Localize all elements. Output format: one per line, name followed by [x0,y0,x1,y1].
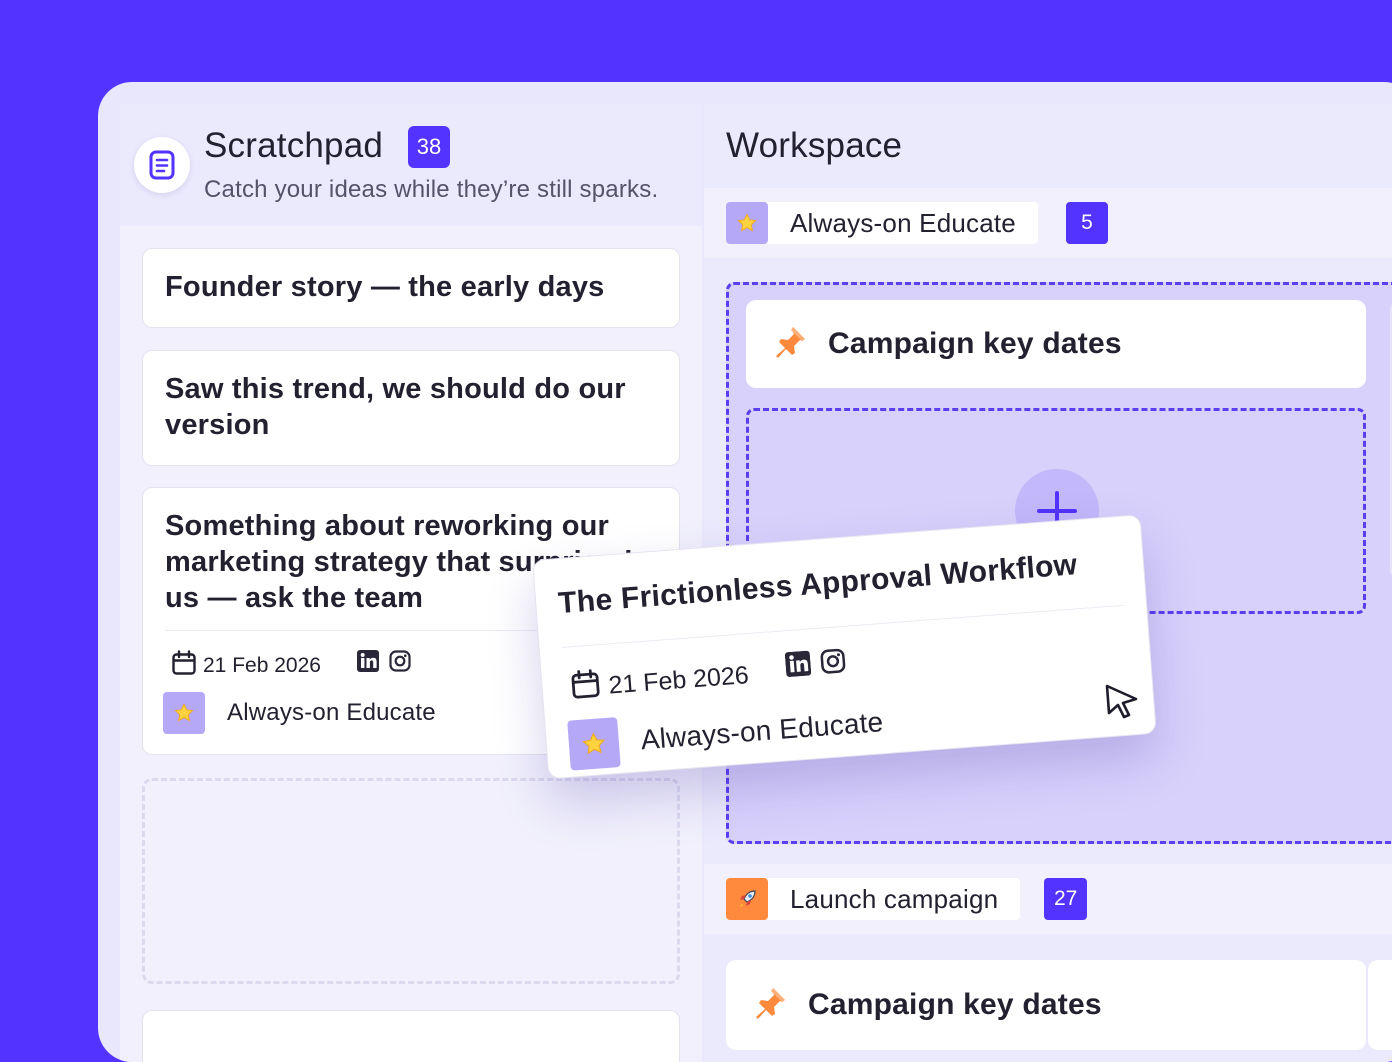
star-icon [163,692,205,734]
note-card[interactable]: Saw this trend, we should do our version [142,350,680,466]
group-count-badge: 5 [1066,202,1108,244]
drop-placeholder [142,778,680,984]
channel-icons [785,648,847,682]
adjacent-card [1368,960,1392,1050]
calendar-icon [569,668,602,707]
scratchpad-subtitle: Catch your ideas while they’re still spa… [204,176,658,204]
instagram-icon [389,650,411,677]
campaign-key-dates-card[interactable]: Campaign key dates [726,960,1366,1050]
group-label: Always-on Educate [790,208,1016,239]
instagram-icon [820,648,847,680]
workspace-title: Workspace [726,126,902,166]
date-label: 21 Feb 2026 [203,654,321,678]
linkedin-icon [785,650,812,682]
group-header: Launch campaign 27 [704,864,1392,934]
pushpin-icon [772,324,808,365]
group-chip-launch-campaign[interactable]: Launch campaign [726,878,1020,920]
group-header: Always-on Educate 5 [704,188,1392,258]
card-title: Campaign key dates [808,988,1102,1022]
group-chip-always-on-educate[interactable]: Always-on Educate [726,202,1038,244]
star-icon [726,202,768,244]
linkedin-icon [357,650,379,677]
date-label: 21 Feb 2026 [608,661,750,700]
card-date: 21 Feb 2026 [569,657,750,707]
group-count-badge: 27 [1044,878,1087,920]
dragged-card[interactable]: The Frictionless Approval Workflow 21 Fe… [532,514,1157,779]
channel-icons [357,650,411,677]
note-date: 21 Feb 2026 [171,650,321,682]
pointer-cursor-icon [1102,682,1142,727]
scratchpad-header: Scratchpad 38 Catch your ideas while the… [120,104,702,226]
scratchpad-count-badge: 38 [408,126,450,168]
campaign-tag[interactable]: Always-on Educate [163,692,436,734]
note-title: Saw this trend, we should do our version [165,371,659,443]
document-icon [134,137,190,193]
page-title: Scratchpad [204,126,383,166]
star-icon [567,717,621,771]
calendar-icon [171,650,197,682]
note-title: Founder story — the early days [165,269,659,305]
card-title: The Frictionless Approval Workflow [557,548,1078,621]
campaign-key-dates-card[interactable]: Campaign key dates [746,300,1366,388]
tag-label: Always-on Educate [640,706,885,756]
note-card[interactable] [142,1010,680,1062]
group-label: Launch campaign [790,884,998,915]
note-card[interactable]: Founder story — the early days [142,248,680,328]
card-title: Campaign key dates [828,327,1122,361]
tag-label: Always-on Educate [227,699,436,727]
pushpin-icon [752,985,788,1026]
rocket-icon [726,878,768,920]
